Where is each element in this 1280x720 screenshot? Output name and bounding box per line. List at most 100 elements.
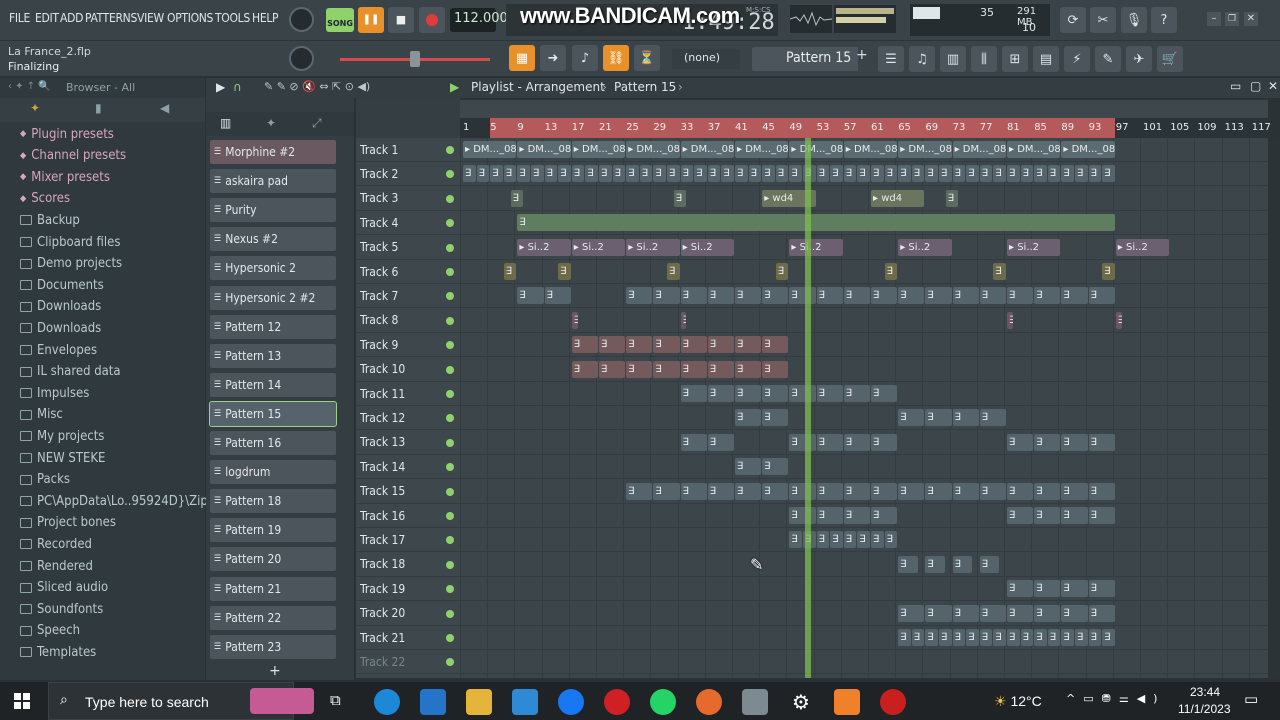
playlist-clip[interactable]: ∃ [544, 165, 558, 183]
playlist-clip[interactable]: ∃ [735, 385, 762, 402]
playlist-clip[interactable]: ∃ [925, 482, 952, 500]
browser-nav-icons[interactable]: ‹ ✦ ↑ 🔍 [8, 81, 51, 92]
playlist-clip[interactable]: ∃ [911, 165, 925, 183]
track-header[interactable]: Track 19 [356, 577, 460, 602]
pattern-item[interactable]: ☰ Nexus #2 [210, 227, 336, 252]
playlist-icon[interactable]: ☰ [878, 46, 904, 72]
project-picker-icon[interactable]: ▤ [1033, 46, 1059, 72]
playlist-clip[interactable]: ▸ Si..2 [789, 238, 843, 256]
playlist-clip[interactable]: ∃ [843, 507, 870, 524]
pattern-item[interactable]: ☰ Pattern 14 [210, 372, 336, 397]
cross-icon[interactable]: ✦ [266, 116, 276, 130]
playlist-clip[interactable]: ∃ [762, 336, 789, 354]
pattern-item[interactable]: ☰ Pattern 18 [210, 489, 336, 514]
playlist-clip[interactable]: ∃ [599, 165, 612, 183]
curve-icon[interactable]: ⤢ [312, 116, 322, 131]
playlist-clip[interactable]: ∃ [735, 409, 762, 427]
playlist-clip[interactable]: ∃ [843, 433, 870, 451]
notifications-icon[interactable]: ▭ [1244, 690, 1258, 708]
playlist-clip[interactable]: ∃ [571, 165, 585, 183]
mixer-icon[interactable]: ⫼ [971, 46, 997, 72]
pattern-item[interactable]: ☰ Pattern 13 [210, 343, 336, 368]
playlist-clip[interactable]: ∃ [789, 165, 802, 183]
track-header[interactable]: Track 16 [356, 504, 460, 528]
playlist-clip[interactable]: ∃ [966, 165, 979, 183]
playlist-clip[interactable]: ∃ [979, 604, 1006, 622]
playlist-clip[interactable]: ∃ [1020, 165, 1034, 183]
playlist-clip[interactable]: ∃ [843, 482, 870, 500]
browser-item[interactable]: Downloads [20, 318, 101, 338]
playlist-close-icon[interactable]: ✕ [1268, 79, 1278, 93]
typing-keyboard-icon[interactable]: ▦ [509, 45, 535, 71]
minimize-icon[interactable]: – [1207, 12, 1221, 26]
playlist-clip[interactable]: ∃ [1088, 580, 1115, 598]
playlist-clip[interactable]: ▸ Si..2 [517, 238, 571, 256]
browser-item[interactable]: Rendered [20, 556, 93, 576]
playlist-clip[interactable]: ∃ [680, 287, 707, 305]
playlist-clip[interactable]: ∃ [993, 629, 1006, 646]
playlist-clip[interactable]: ∃ [952, 555, 972, 573]
bird-icon[interactable]: ✈ [1126, 46, 1152, 72]
settings-icon[interactable]: ⚙ [788, 689, 814, 715]
playlist-clip[interactable]: ∃ [952, 629, 966, 646]
playlist-clip[interactable]: ∃ [979, 482, 1006, 500]
playlist-clip[interactable]: ∃ [762, 458, 789, 476]
playlist-clip[interactable]: ∃ [680, 385, 707, 402]
playlist-clip[interactable]: ∃ [490, 165, 503, 183]
playlist-clip[interactable]: ∃ [1088, 629, 1102, 646]
playlist-clip[interactable]: ∃ [1034, 580, 1061, 598]
playlist-clip[interactable]: ∃ [517, 165, 530, 183]
playlist-clip[interactable]: ∃ [952, 482, 979, 500]
master-pitch-knob[interactable] [289, 46, 314, 71]
pattern-item[interactable]: ☰ Pattern 16 [210, 431, 336, 455]
playlist-clip[interactable]: ∃ [884, 165, 898, 183]
playlist-clip[interactable]: ∃ [1007, 580, 1034, 598]
playlist-clip[interactable]: ∃ [775, 165, 789, 183]
track-mute-icon[interactable] [446, 243, 454, 252]
playlist-clip[interactable]: ∃ [1020, 629, 1034, 646]
playlist-clip[interactable]: ∃ [626, 482, 653, 500]
playlist-clip[interactable]: ∃ [1115, 311, 1122, 329]
playlist-clip[interactable]: ∃ [789, 482, 816, 500]
add-pattern-icon[interactable]: + [856, 47, 870, 71]
playlist-clip[interactable]: ▸ Si..2 [1007, 238, 1061, 256]
playlist-clip[interactable]: ∃ [843, 385, 870, 402]
playlist-clip[interactable]: ∃ [707, 336, 734, 354]
browser-item[interactable]: ◆ Mixer presets [20, 167, 110, 187]
playlist-clip[interactable]: ∃ [694, 165, 707, 183]
playlist-clip[interactable]: ∃ [571, 336, 598, 354]
pattern-item[interactable]: ☰ Pattern 22 [210, 605, 336, 630]
browser-item[interactable]: Packs [20, 470, 70, 490]
pattern-item[interactable]: ☰ Hypersonic 2 [210, 256, 336, 281]
metronome-icon[interactable]: ⏳ [634, 45, 660, 71]
app-icon[interactable] [742, 689, 768, 715]
track-header[interactable]: Track 10 [356, 358, 460, 382]
track-header[interactable]: Track 3 [356, 187, 460, 211]
link-icon[interactable]: ⛓ [603, 45, 629, 71]
playlist-clip[interactable]: ∃ [925, 165, 938, 183]
playlist-clip[interactable]: ∃ [1061, 580, 1088, 598]
edge-icon[interactable] [374, 689, 400, 715]
record-button[interactable] [419, 7, 445, 33]
track-header[interactable]: Track 14 [356, 455, 460, 480]
browser-item[interactable]: Soundfonts [20, 599, 103, 619]
playhead[interactable] [805, 138, 811, 678]
step-edit-icon[interactable]: ➜ [540, 45, 566, 71]
playlist-clip[interactable]: ∃ [585, 165, 598, 183]
playlist-clip[interactable]: ∃ [571, 311, 578, 329]
playlist-clip[interactable]: ∃ [871, 433, 898, 451]
tray-icons[interactable]: ^▭⛃⚌◀) [1066, 692, 1165, 705]
track-mute-icon[interactable] [446, 390, 454, 398]
playlist-clip[interactable]: ∃ [626, 165, 639, 183]
browser-item[interactable]: Impulses [20, 383, 89, 403]
file-icon[interactable]: ▮ [95, 101, 102, 115]
close-icon[interactable]: ✕ [1244, 12, 1258, 26]
playlist-clip[interactable]: ▸ DM..._08 [626, 141, 680, 158]
playlist-clip[interactable]: ∃ [911, 629, 925, 646]
browser-item[interactable]: Demo projects [20, 254, 122, 274]
playlist-clip[interactable]: ∃ [843, 531, 857, 549]
playlist-clip[interactable]: ∃ [707, 165, 721, 183]
snap-select[interactable]: (none) [672, 49, 740, 69]
playlist-clip[interactable]: ▸ Si..2 [1115, 238, 1170, 256]
playlist-clip[interactable]: ▸ DM..._08 [463, 141, 517, 158]
